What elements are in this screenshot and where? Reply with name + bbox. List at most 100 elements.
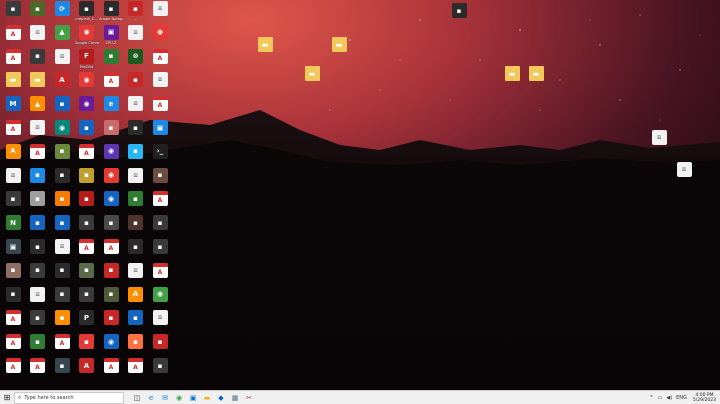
- desktop-icon[interactable]: N: [1, 215, 25, 231]
- tray-language[interactable]: ENG: [676, 395, 687, 401]
- desktop-icon[interactable]: ▪: [26, 48, 50, 65]
- desktop-icon[interactable]: ≡: [50, 48, 74, 65]
- desktop-icon[interactable]: ≡: [148, 310, 172, 326]
- desktop-icon[interactable]: A: [75, 358, 99, 374]
- desktop-icon[interactable]: ◉: [75, 96, 99, 112]
- desktop-icon[interactable]: ▪: [50, 167, 74, 184]
- desktop-icon[interactable]: ▪: [124, 143, 148, 160]
- tray-chevron-icon[interactable]: ^: [649, 395, 653, 401]
- desktop-icon[interactable]: ≡: [1, 167, 25, 184]
- desktop-icon[interactable]: ▪: [148, 334, 172, 350]
- desktop-icon[interactable]: A: [50, 334, 74, 350]
- taskbar-clock[interactable]: 4:00 PM 5/29/2023: [693, 393, 716, 403]
- desktop-icon[interactable]: A: [1, 358, 25, 374]
- desktop-icon[interactable]: ▪: [124, 191, 148, 207]
- desktop-icon[interactable]: ≡: [124, 262, 148, 279]
- desktop-icon[interactable]: ▪: [1, 1, 25, 17]
- desktop-icon[interactable]: A: [99, 358, 123, 374]
- desktop-icon[interactable]: ≡: [124, 24, 148, 41]
- desktop-icon[interactable]: ▪: [26, 1, 50, 17]
- desktop-icon[interactable]: ▪: [50, 215, 74, 231]
- desktop-icon[interactable]: ▪: [26, 239, 50, 255]
- desktop-icon[interactable]: A: [124, 358, 148, 374]
- desktop-icon[interactable]: A: [99, 72, 123, 88]
- desktop-icon[interactable]: ⟳: [50, 1, 74, 17]
- desktop-icon[interactable]: ≡: [647, 130, 671, 146]
- desktop-icon[interactable]: ≡: [672, 162, 696, 178]
- desktop-icon[interactable]: ▪: [26, 310, 50, 326]
- tray-volume-icon[interactable]: ◀): [666, 395, 672, 401]
- desktop-icon[interactable]: ▪ ureplaib_C...: [75, 1, 99, 21]
- desktop-icon[interactable]: ▲: [50, 24, 74, 41]
- desktop-icon[interactable]: ◉: [148, 24, 172, 41]
- desktop-icon[interactable]: ▪: [99, 310, 123, 326]
- desktop-icon[interactable]: ▪: [99, 120, 123, 136]
- desktop-icon[interactable]: ▪...: [124, 1, 148, 21]
- desktop-icon[interactable]: A: [26, 358, 50, 374]
- desktop-icon[interactable]: ▪: [148, 239, 172, 255]
- desktop-icon[interactable]: A: [75, 239, 99, 255]
- desktop-icon[interactable]: ▪: [75, 262, 99, 279]
- desktop-icon[interactable]: ▬: [26, 72, 50, 88]
- desktop-icon[interactable]: ▪: [148, 167, 172, 184]
- desktop-icon[interactable]: ▪: [124, 334, 148, 350]
- desktop-icon[interactable]: ▪: [124, 310, 148, 326]
- desktop-icon[interactable]: ≡: [148, 72, 172, 88]
- desktop-icon[interactable]: ▪: [26, 215, 50, 231]
- desktop-icon[interactable]: ▪: [1, 286, 25, 303]
- desktop-icon[interactable]: A: [50, 72, 74, 88]
- desktop-icon[interactable]: ▬: [300, 66, 324, 82]
- desktop-icon[interactable]: ▬: [253, 37, 277, 53]
- desktop-icon[interactable]: ▪Adobe Notepad...: [99, 1, 123, 21]
- desktop-icon[interactable]: ▣: [1, 239, 25, 255]
- desktop-icon[interactable]: A: [1, 334, 25, 350]
- desktop-icon[interactable]: ◉: [75, 72, 99, 88]
- desktop-icon[interactable]: ▬: [327, 37, 351, 53]
- desktop-icon[interactable]: ≡: [50, 239, 74, 255]
- desktop-icon[interactable]: ◉: [148, 286, 172, 303]
- desktop-icon[interactable]: ▪: [50, 262, 74, 279]
- desktop-icon[interactable]: ▣ CPU-Z: [99, 24, 123, 45]
- desktop-icon[interactable]: ▪: [124, 215, 148, 231]
- desktop-icon[interactable]: ▪: [148, 358, 172, 374]
- desktop-icon[interactable]: ▪: [75, 167, 99, 184]
- desktop-icon[interactable]: ▪: [1, 191, 25, 207]
- desktop-icon[interactable]: ▪: [99, 215, 123, 231]
- desktop-icon[interactable]: F FileZilla: [75, 48, 99, 69]
- desktop-icon[interactable]: ◉: [99, 167, 123, 184]
- desktop-icon[interactable]: ▬: [500, 66, 524, 82]
- desktop-icon[interactable]: ≡: [124, 167, 148, 184]
- desktop-icon[interactable]: P: [75, 310, 99, 326]
- desktop-icon[interactable]: ▲: [26, 96, 50, 112]
- desktop-icon[interactable]: A: [99, 239, 123, 255]
- desktop-icon[interactable]: ▪: [50, 286, 74, 303]
- desktop-icon[interactable]: ▪: [50, 143, 74, 160]
- desktop-icon[interactable]: ▪: [26, 167, 50, 184]
- desktop-icon[interactable]: A: [26, 143, 50, 160]
- desktop-icon[interactable]: ▪: [75, 120, 99, 136]
- desktop-icon[interactable]: ◉: [50, 120, 74, 136]
- desktop-icon[interactable]: A: [1, 48, 25, 65]
- desktop-icon[interactable]: ≡: [26, 120, 50, 136]
- desktop-icon[interactable]: A: [148, 48, 172, 65]
- desktop-icon[interactable]: ▪: [99, 286, 123, 303]
- taskbar-file-explorer-icon[interactable]: ▬: [200, 391, 214, 404]
- desktop-icon[interactable]: ▪: [148, 215, 172, 231]
- tray-battery-icon[interactable]: ▭: [658, 395, 663, 401]
- desktop-icon[interactable]: ▪: [50, 96, 74, 112]
- desktop-icon[interactable]: ▪: [99, 48, 123, 65]
- desktop-icon[interactable]: ▪: [1, 262, 25, 279]
- desktop-icon[interactable]: A: [1, 120, 25, 136]
- desktop-icon[interactable]: ▪: [124, 72, 148, 88]
- desktop-icon[interactable]: ◉: [99, 334, 123, 350]
- taskbar-mail-icon[interactable]: ✉: [158, 391, 172, 404]
- desktop-icon[interactable]: ▬: [1, 72, 25, 88]
- desktop-icon[interactable]: ▪: [26, 334, 50, 350]
- desktop-icon[interactable]: ▪: [50, 358, 74, 374]
- desktop-icon[interactable]: ≡: [26, 24, 50, 41]
- desktop-icon[interactable]: ▪: [26, 191, 50, 207]
- desktop-icon[interactable]: ◉: [99, 191, 123, 207]
- taskbar-edge-icon[interactable]: e: [144, 391, 158, 404]
- taskbar-store-icon[interactable]: ▣: [186, 391, 200, 404]
- desktop-icon[interactable]: ≡: [26, 286, 50, 303]
